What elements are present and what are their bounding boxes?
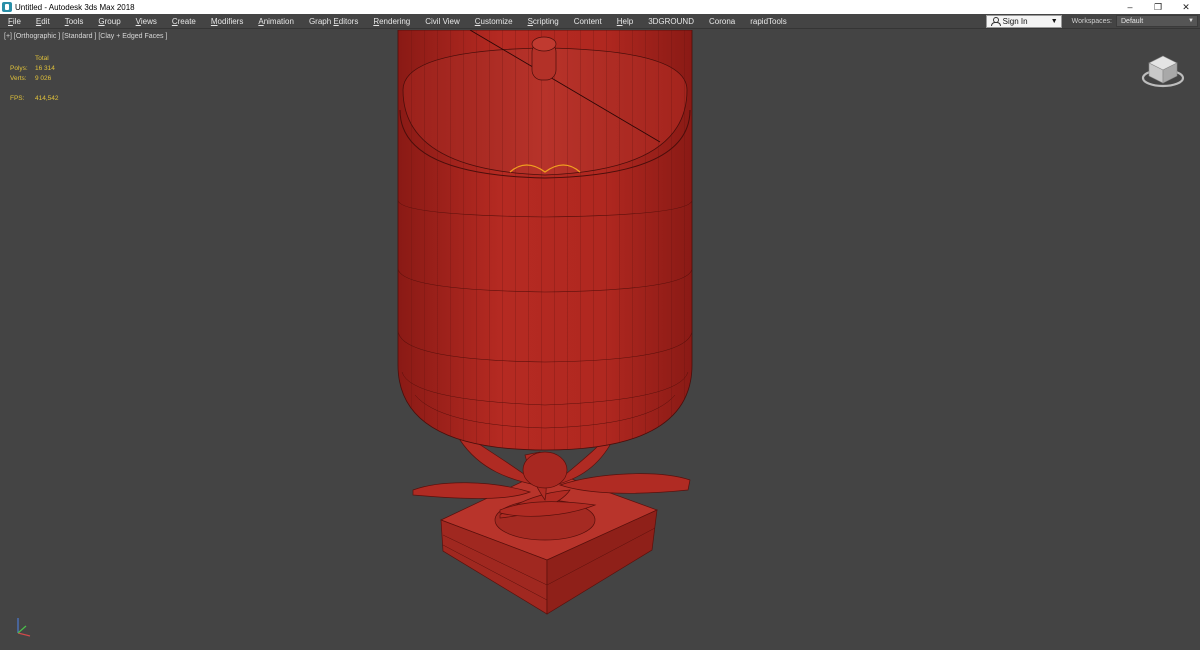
menu-rapidtools[interactable]: rapidTools	[742, 17, 793, 26]
viewcube-icon[interactable]	[1141, 50, 1185, 90]
menu-file[interactable]: File	[0, 17, 28, 26]
minimize-button[interactable]: –	[1116, 0, 1144, 14]
sign-in-dropdown[interactable]: Sign In ▼	[985, 14, 1062, 28]
chevron-down-icon: ▼	[1050, 17, 1058, 25]
model-render[interactable]	[0, 30, 1200, 650]
menu-animation[interactable]: Animation	[250, 17, 301, 26]
fps-label: FPS:	[10, 95, 25, 102]
menu-3dground[interactable]: 3DGROUND	[640, 17, 701, 26]
statistics-overlay: Total Polys: 16 314 Verts: 9 026 FPS: 414,5…	[10, 54, 59, 104]
menu-customize[interactable]: Customize	[467, 17, 520, 26]
menu-scripting[interactable]: Scripting	[520, 17, 566, 26]
user-icon	[990, 17, 1001, 26]
restore-button[interactable]: ❐	[1144, 0, 1172, 14]
workspaces-dropdown[interactable]: Default ▼	[1116, 15, 1198, 27]
polys-value: 16 314	[35, 65, 55, 72]
3dsmax-app-icon[interactable]	[2, 2, 12, 12]
menu-graph-editors[interactable]: Graph Editors	[301, 17, 365, 26]
title-bar: Untitled - Autodesk 3ds Max 2018 – ❐ ✕	[0, 0, 1200, 14]
menu-edit[interactable]: Edit	[28, 17, 57, 26]
menu-group[interactable]: Group	[90, 17, 127, 26]
polys-label: Polys:	[10, 65, 28, 72]
menu-tools[interactable]: Tools	[57, 17, 91, 26]
chevron-down-icon: ▼	[1188, 18, 1194, 24]
menu-corona[interactable]: Corona	[701, 17, 742, 26]
menu-bar: File Edit Tools Group Views Create Modifiers An…	[0, 14, 1200, 29]
fps-value: 414,542	[35, 95, 59, 102]
menu-content[interactable]: Content	[566, 17, 609, 26]
perspective-viewport[interactable]: [+] [Orthographic ] [Standard ] [Clay + …	[0, 30, 1200, 650]
menu-create[interactable]: Create	[164, 17, 203, 26]
menu-rendering[interactable]: Rendering	[365, 17, 417, 26]
sign-in-label: Sign In	[1002, 16, 1028, 26]
close-button[interactable]: ✕	[1172, 0, 1200, 14]
menu-views[interactable]: Views	[128, 17, 164, 26]
workspaces-label: Workspaces:	[1071, 17, 1112, 25]
verts-value: 9 026	[35, 75, 52, 82]
axis-tripod-icon	[17, 618, 31, 637]
verts-label: Verts:	[10, 75, 27, 82]
workspaces-value: Default	[1121, 17, 1144, 25]
cylinder-body	[397, 30, 693, 451]
viewport-label[interactable]: [+] [Orthographic ] [Standard ] [Clay + …	[4, 33, 167, 40]
stats-total-header: Total	[35, 55, 49, 62]
menu-items: File Edit Tools Group Views Create Modifiers An…	[0, 17, 794, 26]
menu-civil-view[interactable]: Civil View	[417, 17, 467, 26]
menu-help[interactable]: Help	[609, 17, 640, 26]
window-title: Untitled - Autodesk 3ds Max 2018	[15, 2, 135, 12]
menu-modifiers[interactable]: Modifiers	[203, 17, 250, 26]
